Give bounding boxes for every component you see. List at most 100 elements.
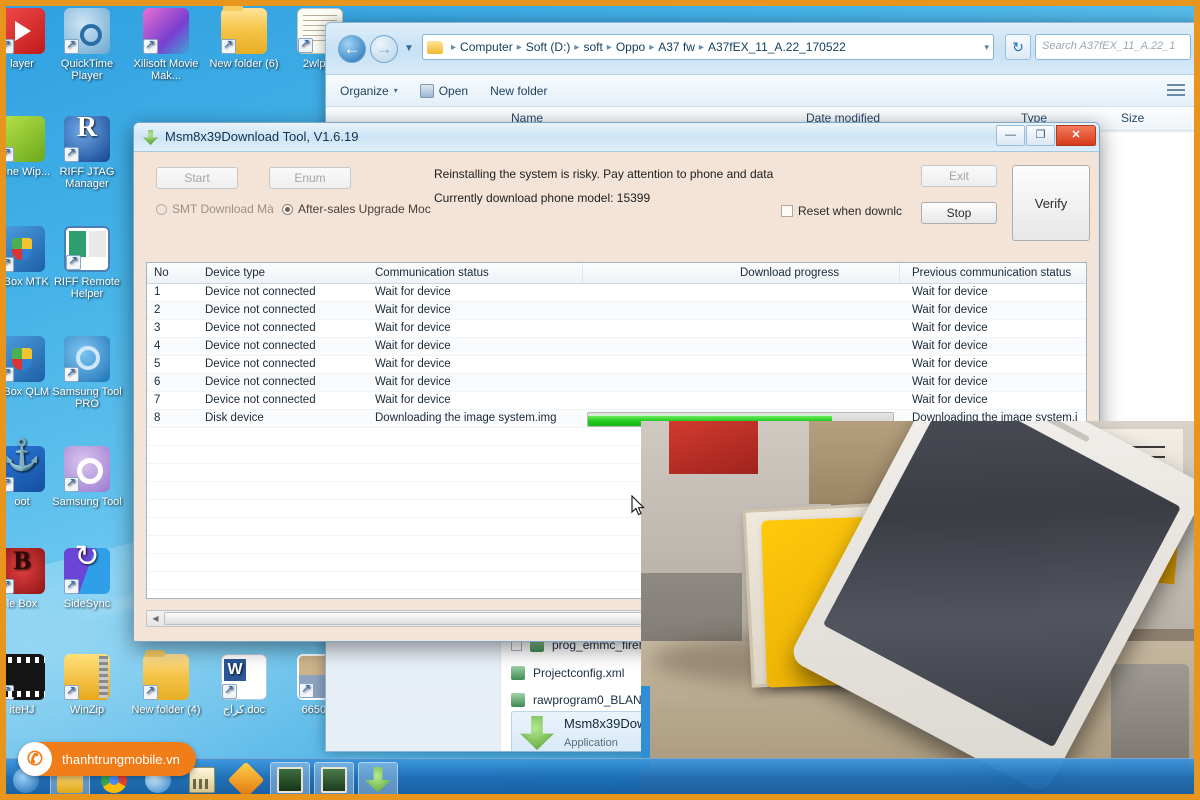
open-button[interactable]: Open xyxy=(420,84,468,98)
msm-titlebar[interactable]: Msm8x39Download Tool, V1.6.19 — ❐ ✕ xyxy=(134,123,1099,152)
list-item[interactable]: Projectconfig.xml xyxy=(511,666,624,680)
device-table-body: 1Device not connectedWait for deviceWait… xyxy=(147,284,1086,428)
msm-control-panel: Start Enum Reinstalling the system is ri… xyxy=(146,162,1087,232)
breadcrumb-a37-fw[interactable]: A37 fw xyxy=(657,40,696,54)
minimize-button[interactable]: — xyxy=(996,125,1025,146)
recent-locations-chevron-icon[interactable]: ▼ xyxy=(404,43,414,54)
breadcrumb-separator: ▸ xyxy=(699,42,704,53)
table-row[interactable]: 7Device not connectedWait for deviceWait… xyxy=(147,392,1086,410)
breadcrumb-a37fex[interactable]: A37fEX_11_A.22_170522 xyxy=(707,40,847,54)
cell-device-type: Device not connected xyxy=(205,376,316,388)
desktop-icon-winzip[interactable]: WinZip xyxy=(45,654,129,716)
anchor-icon xyxy=(0,446,45,492)
photo-jar xyxy=(1111,664,1189,770)
desktop-icon-quicktime-player[interactable]: QuickTime Player xyxy=(45,8,129,82)
explorer-toolbar: Organize ▾ Open New folder xyxy=(326,75,1199,107)
start-button[interactable]: Start xyxy=(156,167,238,189)
close-button[interactable]: ✕ xyxy=(1056,125,1096,146)
new-folder-label: New folder xyxy=(490,84,547,98)
desktop-icon-riff-remote-helper[interactable]: RIFF Remote Helper xyxy=(45,226,129,300)
after-sales-upgrade-mode-radio[interactable]: After-sales Upgrade Moc xyxy=(282,202,431,216)
refresh-icon[interactable]: ↻ xyxy=(1005,34,1031,60)
media-player-icon xyxy=(0,8,45,54)
shortcut-arrow-icon xyxy=(64,685,79,700)
shortcut-arrow-icon xyxy=(0,477,14,492)
view-layout-icon[interactable] xyxy=(1167,84,1185,98)
column-header-no[interactable]: No xyxy=(154,267,169,279)
list-item[interactable]: rawprogram0_BLAN xyxy=(511,693,642,707)
maximize-button[interactable]: ❐ xyxy=(1026,125,1055,146)
cell-previous-communication-status: Wait for device xyxy=(912,340,988,352)
watermark-text: thanhtrungmobile.vn xyxy=(62,752,180,767)
scroll-left-arrow-icon[interactable]: ◀ xyxy=(148,612,163,625)
verify-button[interactable]: Verify xyxy=(1012,165,1090,241)
riff-jtag-icon xyxy=(64,116,110,162)
desktop-icon-sidesync[interactable]: SideSync xyxy=(45,548,129,610)
forward-icon[interactable]: → xyxy=(370,35,398,63)
shortcut-arrow-icon xyxy=(143,685,158,700)
address-chevron-down-icon[interactable]: ▾ xyxy=(984,42,989,53)
breadcrumb-separator: ▸ xyxy=(517,42,522,53)
desktop-icon-samsung-tool[interactable]: Samsung Tool xyxy=(45,446,129,508)
phone-photo-overlay xyxy=(641,421,1200,800)
search-input[interactable]: Search A37fEX_11_A.22_1 xyxy=(1035,34,1191,60)
desktop-icon-riff-jtag-manager[interactable]: RIFF JTAG Manager xyxy=(45,116,129,190)
column-header-size[interactable]: Size xyxy=(1121,111,1144,125)
cell-no: 8 xyxy=(154,412,160,424)
winzip-icon xyxy=(64,654,110,700)
warning-message: Reinstalling the system is risky. Pay at… xyxy=(434,167,773,181)
shortcut-arrow-icon xyxy=(66,255,81,270)
column-header-previous-communication-status[interactable]: Previous communication status xyxy=(912,267,1071,279)
column-header-communication-status[interactable]: Communication status xyxy=(375,267,489,279)
new-folder-button[interactable]: New folder xyxy=(490,84,547,98)
column-header-download-progress[interactable]: Download progress xyxy=(740,267,839,279)
taskbar-image-2[interactable] xyxy=(314,762,354,798)
stop-button[interactable]: Stop xyxy=(921,202,997,224)
table-row[interactable]: 2Device not connectedWait for deviceWait… xyxy=(147,302,1086,320)
exit-button[interactable]: Exit xyxy=(921,165,997,187)
desktop-icon-xilisoft-movie-mak[interactable]: Xilisoft Movie Mak... xyxy=(124,8,208,82)
cell-previous-communication-status: Wait for device xyxy=(912,394,988,406)
desktop-icon-label: WinZip xyxy=(45,704,129,716)
breadcrumb-soft-d[interactable]: Soft (D:) xyxy=(525,40,572,54)
desktop-icon-doc[interactable]: كراج.doc xyxy=(202,654,286,716)
desktop-icon-new-folder-6[interactable]: New folder (6) xyxy=(202,8,286,70)
breadcrumb-oppo[interactable]: Oppo xyxy=(615,40,646,54)
shield-box-icon xyxy=(0,226,45,272)
table-row[interactable]: 6Device not connectedWait for deviceWait… xyxy=(147,374,1086,392)
organize-label: Organize xyxy=(340,84,389,98)
taskbar-winzip[interactable] xyxy=(226,762,266,798)
breadcrumb-computer[interactable]: Computer xyxy=(459,40,514,54)
smt-download-mode-radio[interactable]: SMT Download Mà xyxy=(156,202,274,216)
radio-icon xyxy=(156,204,167,215)
table-row[interactable]: 1Device not connectedWait for deviceWait… xyxy=(147,284,1086,302)
taskbar-download-tool[interactable] xyxy=(358,762,398,798)
samsung-tool-pro-icon xyxy=(64,336,110,382)
address-bar[interactable]: ▸ Computer ▸ Soft (D:) ▸ soft ▸ Oppo ▸ A… xyxy=(422,34,994,60)
breadcrumb-soft[interactable]: soft xyxy=(582,40,603,54)
desktop-icon-new-folder-4[interactable]: New folder (4) xyxy=(124,654,208,716)
organize-button[interactable]: Organize ▾ xyxy=(340,84,398,98)
column-header-device-type[interactable]: Device type xyxy=(205,267,265,279)
enum-button[interactable]: Enum xyxy=(269,167,351,189)
xilisoft-movie-maker-icon xyxy=(143,8,189,54)
red-b-icon xyxy=(0,548,45,594)
download-tool-icon xyxy=(365,767,391,793)
cell-device-type: Device not connected xyxy=(205,322,316,334)
open-label: Open xyxy=(439,84,468,98)
table-row[interactable]: 4Device not connectedWait for deviceWait… xyxy=(147,338,1086,356)
back-icon[interactable]: ← xyxy=(338,35,366,63)
desktop-icon-samsung-tool-pro[interactable]: Samsung Tool PRO xyxy=(45,336,129,410)
desktop-icon-label: New folder (4) xyxy=(124,704,208,716)
taskbar-image-1[interactable] xyxy=(270,762,310,798)
desktop-icon-label: Samsung Tool xyxy=(45,496,129,508)
cell-communication-status: Wait for device xyxy=(375,286,451,298)
table-row[interactable]: 5Device not connectedWait for deviceWait… xyxy=(147,356,1086,374)
reset-when-download-checkbox[interactable]: Reset when downlc xyxy=(781,204,902,218)
desktop-icon-label: RIFF Remote Helper xyxy=(45,276,129,300)
shortcut-arrow-icon xyxy=(0,257,14,272)
folder-icon xyxy=(143,654,189,700)
reset-when-download-label: Reset when downlc xyxy=(798,204,902,218)
table-row[interactable]: 3Device not connectedWait for deviceWait… xyxy=(147,320,1086,338)
cell-previous-communication-status: Wait for device xyxy=(912,376,988,388)
